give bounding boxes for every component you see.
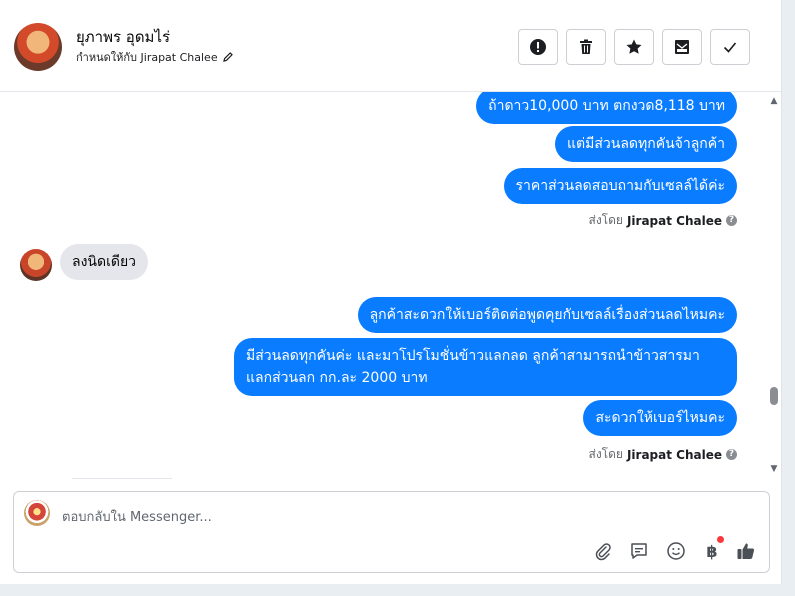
message-outgoing-multiline[interactable]: มีส่วนลดทุกคันค่ะ และมาโปรโมชั่นข้าวแลกล…: [234, 338, 737, 396]
message-outgoing[interactable]: ราคาส่วนลดสอบถามกับเซลล์ได้ค่ะ: [503, 168, 737, 204]
emoji-icon: [667, 542, 685, 560]
assignment-row[interactable]: กำหนดให้กับ Jirapat Chalee: [76, 48, 234, 66]
delete-button[interactable]: [566, 29, 606, 65]
conversation-header: ยุภาพร อุดมไร่ กำหนดให้กับ Jirapat Chale…: [0, 0, 782, 92]
scrollbar-thumb[interactable]: [770, 387, 778, 405]
contact-name[interactable]: ยุภาพร อุดมไร่: [76, 25, 170, 49]
message-incoming[interactable]: ลงนิดเดียว: [60, 244, 149, 280]
emoji-button[interactable]: [665, 540, 687, 562]
sent-by-prefix: ส่งโดย: [588, 447, 623, 461]
info-icon[interactable]: ?: [726, 449, 737, 460]
star-button[interactable]: [614, 29, 654, 65]
sent-by-label: ส่งโดย Jirapat Chalee ?: [588, 211, 737, 230]
payment-icon: ฿: [706, 541, 718, 561]
saved-reply-icon: [631, 543, 647, 559]
message-outgoing[interactable]: แต่มีส่วนลดทุกคันจ้าลูกค้า: [555, 126, 737, 162]
assigned-to-label: กำหนดให้กับ Jirapat Chalee: [76, 51, 218, 64]
like-icon: [737, 543, 755, 559]
reply-composer: ฿: [13, 491, 770, 573]
sender-name: Jirapat Chalee: [626, 447, 722, 462]
message-line: มีส่วนลดทุกคันค่ะ และมาโปรโมชั่นข้าวแลกล…: [246, 348, 700, 364]
conversation-panel: ยุภาพร อุดมไร่ กำหนดให้กับ Jirapat Chale…: [0, 0, 782, 584]
message-outgoing[interactable]: สะดวกให้เบอร์ไหมคะ: [583, 400, 737, 436]
message-outgoing[interactable]: ถ้าดาว10,000 บาท ตกงวด8,118 บาท: [476, 92, 737, 124]
sender-name: Jirapat Chalee: [626, 213, 722, 228]
mark-spam-button[interactable]: [518, 29, 558, 65]
sent-by-prefix: ส่งโดย: [588, 213, 623, 227]
star-icon: [626, 39, 642, 54]
payment-button[interactable]: ฿: [701, 540, 723, 562]
check-icon: [723, 42, 737, 53]
reply-input[interactable]: [62, 507, 662, 527]
message-line: แลกส่วนลก กก.ละ 2000 บาท: [246, 370, 428, 386]
contact-avatar[interactable]: [14, 23, 62, 71]
trash-icon: [580, 39, 592, 54]
page-avatar: [24, 500, 50, 526]
pencil-icon[interactable]: [222, 51, 234, 63]
scroll-down-arrow-icon[interactable]: ▼: [769, 464, 779, 474]
archive-icon: [675, 40, 689, 54]
move-to-done-button[interactable]: [662, 29, 702, 65]
info-icon[interactable]: ?: [726, 215, 737, 226]
scroll-up-arrow-icon[interactable]: ▲: [769, 96, 779, 106]
sent-by-label: ส่งโดย Jirapat Chalee ?: [588, 445, 737, 464]
saved-replies-button[interactable]: [628, 540, 650, 562]
attach-icon: [595, 543, 611, 561]
contact-avatar-small: [20, 249, 52, 281]
mark-done-button[interactable]: [710, 29, 750, 65]
divider: [72, 478, 172, 479]
attach-button[interactable]: [592, 540, 614, 562]
notification-dot: [717, 536, 724, 543]
message-outgoing[interactable]: ลูกค้าสะดวกให้เบอร์ติดต่อพูดคุยกับเซลล์เ…: [357, 297, 737, 333]
like-button[interactable]: [735, 540, 757, 562]
message-thread[interactable]: ถ้าดาว10,000 บาท ตกงวด8,118 บาท แต่มีส่ว…: [0, 92, 760, 484]
spam-icon: [530, 39, 546, 55]
